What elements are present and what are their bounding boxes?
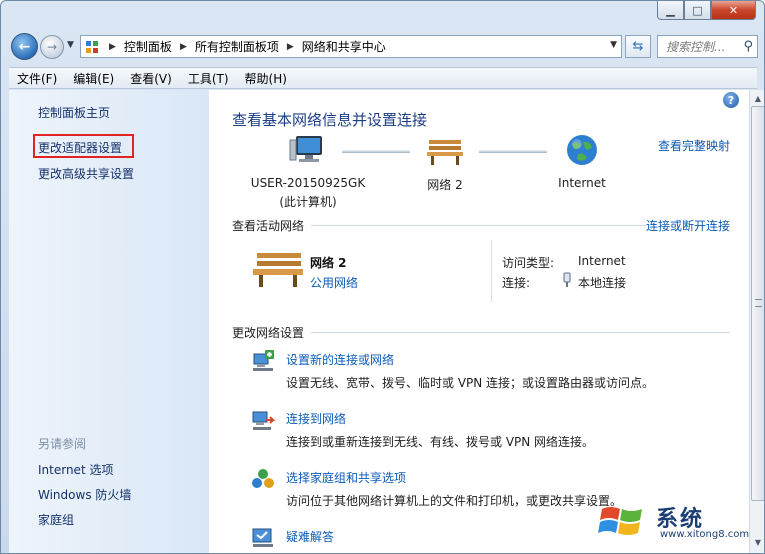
network-node-label: 网络 2 [427, 178, 463, 192]
watermark: 系统 www.xitong8.com [598, 497, 758, 547]
page-title: 查看基本网络信息并设置连接 [232, 111, 428, 129]
vertical-scrollbar[interactable]: ▲ ▼ [749, 90, 764, 553]
connect-disconnect-link[interactable]: 连接或断开连接 [646, 217, 730, 234]
access-type-label: 访问类型: [502, 256, 555, 270]
search-input[interactable]: 搜索控制... ⚲ [657, 35, 758, 58]
view-full-map-link[interactable]: 查看完整映射 [658, 137, 730, 154]
network-type-link[interactable]: 公用网络 [310, 274, 358, 291]
change-settings-heading: 更改网络设置 [232, 326, 305, 340]
access-type-value: Internet [578, 254, 626, 268]
task-homegroup-desc: 访问位于其他网络计算机上的文件和打印机，或更改共享设置。 [286, 494, 623, 508]
breadcrumb-all-items[interactable]: 所有控制面板项 [195, 38, 279, 55]
menu-file[interactable]: 文件(F) [17, 70, 57, 87]
menu-view[interactable]: 查看(V) [130, 70, 172, 87]
see-also-heading: 另请参阅 [38, 437, 87, 451]
search-placeholder: 搜索控制... [666, 40, 726, 54]
content-area: 控制面板主页 更改适配器设置 更改高级共享设置 另请参阅 Internet 选项… [9, 90, 749, 553]
windows-logo-icon [598, 507, 642, 535]
troubleshoot-icon [252, 528, 273, 547]
task-new-connection-link[interactable]: 设置新的连接或网络 [286, 351, 394, 368]
menu-bar: 文件(F) 编辑(E) 查看(V) 工具(T) 帮助(H) [9, 67, 757, 89]
connect-to-network-icon [252, 411, 275, 430]
control-panel-icon [85, 39, 103, 55]
maximize-button[interactable]: □ [684, 1, 711, 20]
address-dropdown[interactable]: ▼ [610, 40, 617, 50]
sidebar-item-home[interactable]: 控制面板主页 [38, 104, 110, 121]
connections-label: 连接: [502, 276, 531, 290]
divider [311, 225, 646, 226]
homegroup-icon [252, 469, 274, 488]
scrollbar-thumb[interactable] [751, 106, 764, 501]
bench-icon [427, 140, 463, 165]
task-troubleshoot-link[interactable]: 疑难解答 [286, 528, 334, 545]
computer-note: (此计算机) [279, 195, 337, 209]
watermark-url: www.xitong8.com [660, 529, 750, 540]
back-button[interactable]: ← [11, 33, 38, 60]
refresh-icon: ⇆ [632, 39, 644, 54]
caption-buttons: ▁ □ ✕ [657, 1, 756, 20]
divider [491, 240, 492, 302]
forward-arrow-icon: → [46, 40, 58, 54]
breadcrumb: ▶ 控制面板 ▶ 所有控制面板项 ▶ 网络和共享中心 [107, 38, 386, 55]
task-connect-network-link[interactable]: 连接到网络 [286, 410, 346, 427]
close-icon: ✕ [728, 3, 739, 17]
sidebar-item-firewall[interactable]: Windows 防火墙 [38, 486, 131, 503]
close-button[interactable]: ✕ [711, 1, 756, 20]
forward-button[interactable]: → [40, 35, 64, 59]
recent-pages-dropdown[interactable]: ▼ [67, 40, 74, 50]
internet-node-label: Internet [558, 176, 606, 190]
minimize-icon: ▁ [666, 3, 675, 17]
menu-edit[interactable]: 编辑(E) [73, 70, 114, 87]
back-arrow-icon: ← [18, 38, 31, 55]
globe-icon [567, 135, 597, 165]
connection-line [342, 150, 410, 153]
divider [311, 332, 730, 333]
sidebar-item-change-sharing[interactable]: 更改高级共享设置 [38, 165, 134, 182]
grip-icon [755, 299, 762, 307]
address-bar[interactable]: ▶ 控制面板 ▶ 所有控制面板项 ▶ 网络和共享中心 ▼ [80, 35, 622, 58]
active-network-name: 网络 2 [310, 256, 347, 270]
address-row: ← → ▼ ▶ 控制面板 ▶ 所有控制面板项 ▶ 网络和共享中心 ▼ ⇆ 搜索控… [9, 32, 758, 62]
search-icon[interactable]: ⚲ [743, 39, 753, 54]
computer-icon [289, 136, 322, 162]
local-connection-link[interactable]: 本地连接 [578, 274, 626, 291]
network-adapter-icon [563, 272, 571, 287]
task-new-connection-desc: 设置无线、宽带、拨号、临时或 VPN 连接；或设置路由器或访问点。 [286, 376, 655, 390]
main-panel: 查看基本网络信息并设置连接 查看完整映射 USER-20150925GK (此计… [209, 90, 739, 553]
task-connect-network-desc: 连接到或重新连接到无线、有线、拨号或 VPN 网络连接。 [286, 435, 595, 449]
chevron-right-icon[interactable]: ▶ [287, 42, 294, 52]
task-homegroup-link[interactable]: 选择家庭组和共享选项 [286, 469, 406, 486]
bench-icon [253, 253, 303, 287]
breadcrumb-control-panel[interactable]: 控制面板 [124, 38, 172, 55]
sidebar-item-internet-options[interactable]: Internet 选项 [38, 461, 113, 478]
sidebar-item-homegroup[interactable]: 家庭组 [38, 511, 74, 528]
refresh-button[interactable]: ⇆ [625, 35, 651, 58]
active-networks-heading: 查看活动网络 [232, 219, 305, 233]
help-icon[interactable]: ? [723, 92, 739, 108]
maximize-icon: □ [692, 3, 703, 17]
chevron-right-icon[interactable]: ▶ [109, 42, 116, 52]
connection-line [479, 150, 547, 153]
minimize-button[interactable]: ▁ [657, 1, 684, 20]
menu-help[interactable]: 帮助(H) [245, 70, 287, 87]
window: ▁ □ ✕ ← → ▼ ▶ 控制面板 ▶ 所有控制面板项 ▶ 网络和共享中心 ▼ [0, 0, 765, 554]
menu-tools[interactable]: 工具(T) [188, 70, 229, 87]
chevron-right-icon[interactable]: ▶ [180, 42, 187, 52]
scroll-up-arrow-icon[interactable]: ▲ [750, 90, 764, 106]
new-connection-icon [253, 350, 274, 371]
sidebar-item-change-adapter[interactable]: 更改适配器设置 [38, 139, 122, 156]
breadcrumb-network-center[interactable]: 网络和共享中心 [302, 38, 386, 55]
computer-name: USER-20150925GK [250, 176, 366, 190]
sidebar: 控制面板主页 更改适配器设置 更改高级共享设置 另请参阅 Internet 选项… [9, 90, 209, 553]
